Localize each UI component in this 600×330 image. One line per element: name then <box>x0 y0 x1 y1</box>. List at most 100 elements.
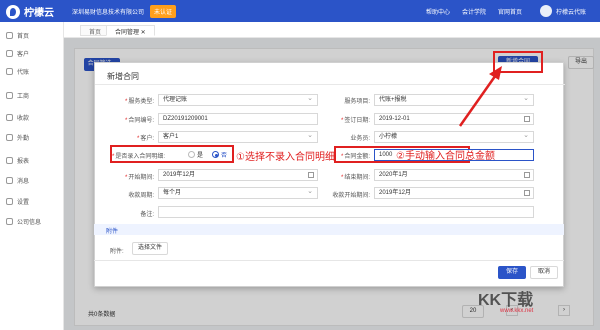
sidebar-item-report[interactable]: 报表 <box>0 153 64 167</box>
radio-yes-label: 是 <box>197 153 204 159</box>
start-period-label: *开始期间: <box>124 175 154 181</box>
sidebar-item-label: 工商 <box>17 93 30 100</box>
sign-date-value: 2019-12-01 <box>379 116 410 122</box>
sidebar-item-home[interactable]: 首页 <box>0 28 64 42</box>
sidebar-item-label: 首页 <box>17 33 30 40</box>
sign-date-label: *签订日期: <box>340 118 370 124</box>
record-detail-yes-radio[interactable]: 是 <box>188 150 203 159</box>
sidebar-item-field[interactable]: 外勤 <box>0 130 64 144</box>
annotation-one: ①选择不录入合同明细 <box>236 152 335 163</box>
sidebar-item-label: 报表 <box>17 158 30 165</box>
remark-label: 备注: <box>140 212 154 218</box>
top-links: 帮助中心 会计学院 官网首页 <box>426 7 522 16</box>
sidebar-item-message[interactable]: 消息 <box>0 173 64 187</box>
end-period-label-text: 结束期间: <box>344 175 370 181</box>
sign-date-input[interactable]: 2019-12-01 <box>374 113 534 125</box>
attachment-section-title: 附件 <box>106 229 119 235</box>
save-button[interactable]: 保存 <box>498 266 526 279</box>
pay-start-label: 收款开始期间: <box>332 193 370 199</box>
cancel-button[interactable]: 取消 <box>530 266 558 279</box>
sidebar-item-accounting[interactable]: 代账 <box>0 64 64 78</box>
help-center-link[interactable]: 帮助中心 <box>426 7 450 16</box>
sidebar-item-payment[interactable]: 收款 <box>0 110 64 124</box>
watermark-logo: KK下载 <box>478 292 534 309</box>
sidebar-item-settings[interactable]: 设置 <box>0 194 64 208</box>
service-type-label: *服务类型: <box>124 99 154 105</box>
radio-selected-icon <box>212 151 219 158</box>
lemon-logo-icon <box>6 4 20 19</box>
calendar-icon[interactable] <box>524 116 530 122</box>
salesperson-label: 业务员: <box>350 136 370 142</box>
field-icon <box>6 133 13 141</box>
start-period-label-text: 开始期间: <box>128 175 154 181</box>
amount-label-text: 合同金额: <box>344 154 370 160</box>
end-period-value: 2020年1月 <box>379 172 408 178</box>
pay-start-input[interactable]: 2019年12月 <box>374 187 534 199</box>
end-period-label: *结束期间: <box>340 175 370 181</box>
sidebar-item-label: 代账 <box>17 69 30 76</box>
pay-cycle-select[interactable]: 每个月 <box>158 187 318 199</box>
sidebar-item-label: 外勤 <box>17 135 30 142</box>
sidebar-item-business[interactable]: 工商 <box>0 88 64 102</box>
top-bar: 柠檬云 深圳易财信息技术有限公司 未认证 帮助中心 会计学院 官网首页 柠檬云代… <box>0 0 600 22</box>
business-icon <box>6 91 13 99</box>
attachment-label: 附件: <box>110 249 124 255</box>
sidebar-item-label: 消息 <box>17 178 30 185</box>
radio-no-label: 否 <box>221 153 228 159</box>
sign-date-label-text: 签订日期: <box>344 118 370 124</box>
sidebar-item-label: 客户 <box>17 51 30 58</box>
calendar-icon[interactable] <box>524 172 530 178</box>
contract-no-label: *合同编号: <box>124 118 154 124</box>
report-icon <box>6 156 13 164</box>
dialog-footer-divider <box>94 260 564 261</box>
record-detail-label: *是否录入合同明细: <box>112 154 166 160</box>
service-item-label: 服务项目: <box>344 99 370 105</box>
message-icon <box>6 176 13 184</box>
choose-file-button[interactable]: 选择文件 <box>132 242 168 255</box>
academy-link[interactable]: 会计学院 <box>462 7 486 16</box>
contract-no-label-text: 合同编号: <box>128 118 154 124</box>
end-period-input[interactable]: 2020年1月 <box>374 169 534 181</box>
payment-icon <box>6 113 13 121</box>
sidebar-item-customer[interactable]: 客户 <box>0 46 64 60</box>
app-logo[interactable]: 柠檬云 <box>6 4 54 19</box>
attachment-section: 附件 <box>94 224 564 235</box>
service-item-select[interactable]: 代账+报税 <box>374 94 534 106</box>
homepage-link[interactable]: 官网首页 <box>498 7 522 16</box>
record-detail-label-text: 是否录入合同明细: <box>115 154 166 160</box>
calendar-icon[interactable] <box>308 172 314 178</box>
dialog-title: 新增合同 <box>107 72 139 81</box>
home-icon <box>6 31 13 39</box>
user-name[interactable]: 柠檬云代账 <box>556 7 586 16</box>
annotation-two: ②手动输入合同总金额 <box>396 151 495 162</box>
logo-text: 柠檬云 <box>24 8 54 19</box>
service-type-label-text: 服务类型: <box>128 99 154 105</box>
calendar-icon[interactable] <box>524 190 530 196</box>
start-period-value: 2019年12月 <box>163 172 196 178</box>
highlight-new-contract <box>493 51 543 73</box>
contract-no-input[interactable]: DZ20191209001 <box>158 113 318 125</box>
sidebar-item-company[interactable]: 公司信息 <box>0 214 64 228</box>
radio-circle-icon <box>188 151 195 158</box>
company-name: 深圳易财信息技术有限公司 <box>72 10 145 16</box>
tab-contract[interactable]: 合同管理 ✕ <box>106 25 155 36</box>
settings-icon <box>6 197 13 205</box>
service-type-select[interactable]: 代理记账 <box>158 94 318 106</box>
salesperson-select[interactable]: 小柠檬 <box>374 131 534 143</box>
customer-select[interactable]: 客户1 <box>158 131 318 143</box>
remark-input[interactable] <box>158 206 534 218</box>
record-detail-no-radio[interactable]: 否 <box>212 150 227 159</box>
pay-start-value: 2019年12月 <box>379 190 412 196</box>
pay-cycle-label: 收款周期: <box>128 193 154 199</box>
accounting-icon <box>6 67 13 75</box>
tab-strip: 首页 合同管理 ✕ <box>64 22 600 38</box>
customer-label-text: 客户: <box>140 136 154 142</box>
sidebar-item-label: 收款 <box>17 115 30 122</box>
sidebar: 首页 客户 代账 工商 收款 外勤 报表 消息 设置 公司信息 <box>0 22 64 330</box>
verify-badge[interactable]: 未认证 <box>150 5 177 18</box>
company-icon <box>6 217 13 225</box>
amount-label: *合同金额: <box>340 154 370 160</box>
customer-icon <box>6 49 13 57</box>
avatar[interactable] <box>540 5 552 17</box>
start-period-input[interactable]: 2019年12月 <box>158 169 318 181</box>
